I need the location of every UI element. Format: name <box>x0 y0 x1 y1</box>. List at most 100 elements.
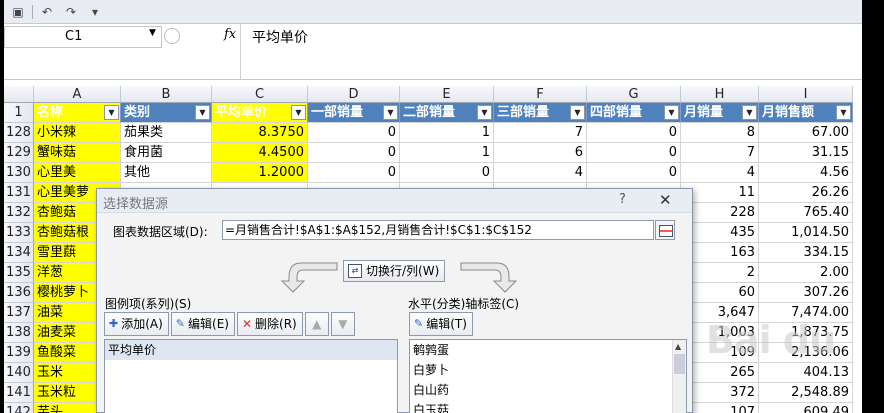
cell-i[interactable]: 67.00 <box>759 123 853 143</box>
cell-a[interactable]: 小米辣 <box>34 123 121 143</box>
row-header[interactable]: 139 <box>4 343 34 363</box>
cell-a[interactable]: 蟹味菇 <box>34 143 121 163</box>
axis-list-item[interactable]: 鹌鹑蛋 <box>410 340 686 360</box>
column-header-h[interactable]: H <box>681 86 759 103</box>
cell-d[interactable]: 0 <box>308 163 400 183</box>
cell-g[interactable]: 0 <box>587 163 681 183</box>
row-header[interactable]: 135 <box>4 263 34 283</box>
filter-dropdown-icon[interactable]: ▼ <box>477 105 492 120</box>
cell-e[interactable]: 1 <box>400 123 494 143</box>
row-header[interactable]: 133 <box>4 223 34 243</box>
header-cell[interactable]: 四部销量 ▼ <box>587 103 681 123</box>
row-header[interactable]: 1 <box>4 103 34 123</box>
header-cell[interactable]: 平均单价 ▼ <box>212 103 308 123</box>
header-cell[interactable]: 三部销量 ▼ <box>494 103 587 123</box>
chevron-down-icon[interactable]: ▼ <box>149 28 156 38</box>
row-header[interactable]: 141 <box>4 383 34 403</box>
filter-dropdown-icon[interactable]: ▼ <box>291 105 306 120</box>
cell-a[interactable]: 心里美 <box>34 163 121 183</box>
insert-function-icon[interactable]: fx <box>224 27 236 42</box>
filter-dropdown-icon[interactable]: ▼ <box>383 105 398 120</box>
name-box[interactable]: C1 <box>4 26 162 48</box>
cell-i[interactable]: 765.40 <box>759 203 853 223</box>
series-listbox[interactable]: 平均单价 <box>104 339 398 413</box>
close-button[interactable]: ✕ <box>659 191 672 209</box>
switch-row-column-button[interactable]: ⇄ 切换行/列(W) <box>343 260 445 282</box>
cell-i[interactable]: 31.15 <box>759 143 853 163</box>
cell-d[interactable]: 0 <box>308 143 400 163</box>
cell-i[interactable]: 4.56 <box>759 163 853 183</box>
filter-dropdown-icon[interactable]: ▼ <box>195 105 210 120</box>
header-cell[interactable]: 月销售额 ▼ <box>759 103 853 123</box>
help-button[interactable]: ? <box>619 192 626 207</box>
cell-g[interactable]: 0 <box>587 123 681 143</box>
cell-b[interactable]: 其他 <box>121 163 212 183</box>
column-header-b[interactable]: B <box>121 86 212 103</box>
cell-i[interactable]: 1,014.50 <box>759 223 853 243</box>
axis-list-item[interactable]: 白萝卜 <box>410 360 686 380</box>
header-cell[interactable]: 一部销量 ▼ <box>308 103 400 123</box>
filter-dropdown-icon[interactable]: ▼ <box>104 105 119 120</box>
cell-e[interactable]: 1 <box>400 143 494 163</box>
cell-b[interactable]: 食用菌 <box>121 143 212 163</box>
cell-i[interactable]: 26.26 <box>759 183 853 203</box>
filter-dropdown-icon[interactable]: ▼ <box>742 105 757 120</box>
add-series-button[interactable]: ✚ 添加(A) <box>104 312 169 336</box>
cell-b[interactable]: 茄果类 <box>121 123 212 143</box>
move-up-button[interactable]: ▲ <box>304 312 329 336</box>
redo-icon[interactable]: ↷ <box>61 5 81 19</box>
column-header-a[interactable]: A <box>34 86 121 103</box>
cell-i[interactable]: 609.49 <box>759 403 853 413</box>
cell-d[interactable]: 0 <box>308 123 400 143</box>
column-header-i[interactable]: I <box>759 86 853 103</box>
axis-list-item[interactable]: 白玉菇 <box>410 400 686 413</box>
cell-i[interactable]: 307.26 <box>759 283 853 303</box>
row-header[interactable]: 129 <box>4 143 34 163</box>
row-header[interactable]: 140 <box>4 363 34 383</box>
cell-i[interactable]: 2.00 <box>759 263 853 283</box>
row-header[interactable]: 142 <box>4 403 34 413</box>
edit-series-button[interactable]: ✎ 编辑(E) <box>170 312 235 336</box>
select-all-corner[interactable] <box>4 86 34 103</box>
row-header[interactable]: 136 <box>4 283 34 303</box>
row-header[interactable]: 134 <box>4 243 34 263</box>
row-header[interactable]: 130 <box>4 163 34 183</box>
delete-series-button[interactable]: ✕ 删除(R) <box>236 312 303 336</box>
cell-c[interactable]: 1.2000 <box>212 163 308 183</box>
header-cell[interactable]: 类别 ▼ <box>121 103 212 123</box>
header-cell[interactable]: 名称 ▼ <box>34 103 121 123</box>
qat-customize-icon[interactable]: ▾ <box>85 5 105 19</box>
row-header[interactable]: 128 <box>4 123 34 143</box>
filter-dropdown-icon[interactable]: ▼ <box>836 105 851 120</box>
column-header-c[interactable]: C <box>212 86 308 103</box>
range-collapse-icon[interactable] <box>655 220 675 240</box>
cell-h[interactable]: 7 <box>681 143 759 163</box>
row-header[interactable]: 132 <box>4 203 34 223</box>
formula-input[interactable]: 平均单价 <box>252 27 308 47</box>
cell-e[interactable]: 0 <box>400 163 494 183</box>
header-cell[interactable]: 月销量 ▼ <box>681 103 759 123</box>
move-down-button[interactable]: ▼ <box>330 312 355 336</box>
cell-c[interactable]: 4.4500 <box>212 143 308 163</box>
header-cell[interactable]: 二部销量 ▼ <box>400 103 494 123</box>
cell-i[interactable]: 2,548.89 <box>759 383 853 403</box>
row-header[interactable]: 138 <box>4 323 34 343</box>
column-header-e[interactable]: E <box>400 86 494 103</box>
cell-i[interactable]: 334.15 <box>759 243 853 263</box>
column-header-g[interactable]: G <box>587 86 681 103</box>
axis-labels-listbox[interactable]: 鹌鹑蛋 白萝卜 白山药 白玉菇 ▲ <box>409 339 687 413</box>
chart-range-input[interactable]: =月销售合计!$A$1:$A$152,月销售合计!$C$1:$C$152 <box>222 220 654 240</box>
series-list-item[interactable]: 平均单价 <box>105 340 397 360</box>
cell-f[interactable]: 7 <box>494 123 587 143</box>
cell-g[interactable]: 0 <box>587 143 681 163</box>
edit-axis-labels-button[interactable]: ✎ 编辑(T) <box>409 312 473 336</box>
cell-f[interactable]: 6 <box>494 143 587 163</box>
column-header-f[interactable]: F <box>494 86 587 103</box>
cell-f[interactable]: 4 <box>494 163 587 183</box>
cell-h[interactable]: 8 <box>681 123 759 143</box>
cell-h[interactable]: 4 <box>681 163 759 183</box>
filter-dropdown-icon[interactable]: ▼ <box>664 105 679 120</box>
undo-icon[interactable]: ↶ <box>37 5 57 19</box>
filter-dropdown-icon[interactable]: ▼ <box>570 105 585 120</box>
row-header[interactable]: 137 <box>4 303 34 323</box>
